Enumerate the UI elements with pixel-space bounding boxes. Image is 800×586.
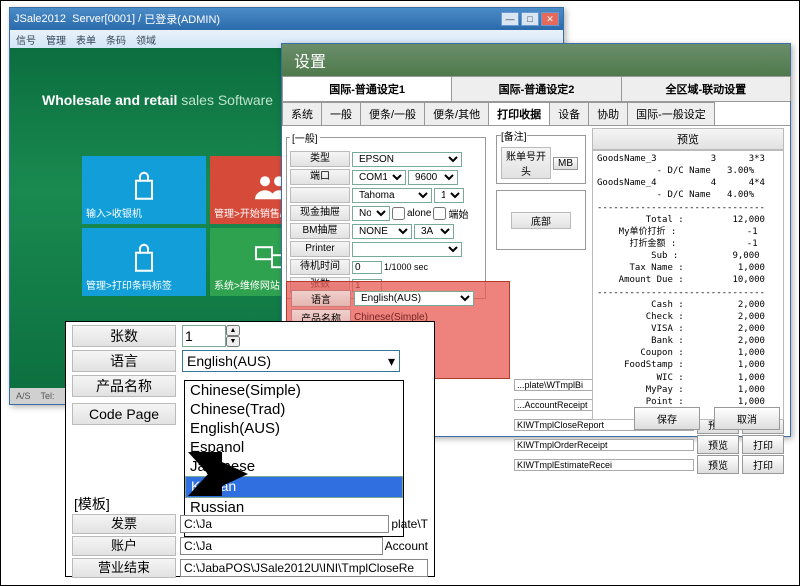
bag-icon	[130, 243, 158, 275]
settings-mid-panel: [备注] 账单号开头MB 底部	[496, 128, 586, 256]
bag-icon	[130, 171, 158, 203]
tab-intl-gen[interactable]: 国际-一般设定	[627, 102, 715, 125]
tile-register[interactable]: 输入>收银机	[82, 156, 206, 224]
wait-input[interactable]	[352, 261, 382, 274]
label-language: 语言	[291, 290, 351, 307]
port-select[interactable]: COM1	[352, 170, 406, 185]
path-input[interactable]: C:\Ja	[180, 537, 383, 555]
option-espanol[interactable]: Espanol	[185, 438, 403, 457]
label-prefix: 账单号开头	[501, 147, 551, 179]
save-button[interactable]: 保存	[634, 407, 700, 430]
option-japanese[interactable]: Japanese	[185, 457, 403, 476]
menu-item[interactable]: 条码	[106, 32, 126, 47]
user-title: 已登录(ADMIN)	[144, 11, 220, 27]
tab-intl1[interactable]: 国际-普通设定1	[282, 76, 452, 101]
sub-tabs: 系统 一般 便条/一般 便条/其他 打印收据 设备 协助 国际-一般设定	[282, 102, 790, 126]
alone-checkbox[interactable]	[392, 207, 405, 220]
bm-select[interactable]: NONE	[352, 224, 412, 239]
close-button[interactable]: ✕	[541, 12, 559, 26]
path-input[interactable]: C:\JabaPOS\JSale2012U\INI\TmplCloseRe	[180, 559, 428, 577]
tab-intl2[interactable]: 国际-普通设定2	[451, 76, 621, 101]
preview-title: 预览	[592, 128, 784, 150]
preview-button[interactable]: 预览	[697, 455, 739, 474]
label-copies: 张数	[72, 325, 176, 347]
option-english-aus[interactable]: English(AUS)	[185, 419, 403, 438]
menu-item[interactable]: 领域	[136, 32, 156, 47]
settings-left-panel: [一般] 类型EPSON 端口COM19600 Tahoma12 现金抽屉Noa…	[286, 128, 486, 301]
tab-general[interactable]: 一般	[321, 102, 361, 125]
language-select[interactable]: English(AUS)	[354, 291, 474, 306]
label-language: 语言	[72, 350, 176, 372]
tab-system[interactable]: 系统	[282, 102, 322, 125]
label-close: 营业结束	[72, 558, 176, 578]
receipt-preview: GoodsName_3 3 3*3 - D/C Name 3.00% Goods…	[592, 150, 784, 420]
server-title: Server[0001] /	[72, 13, 141, 25]
memo-legend: [备注]	[501, 128, 527, 143]
print-button[interactable]: 打印	[742, 455, 784, 474]
option-chinese-simple[interactable]: Chinese(Simple)	[185, 381, 403, 400]
label-bm: BM抽屉	[290, 223, 350, 239]
tagline: Wholesale and retail sales Software	[42, 92, 273, 108]
tab-memo1[interactable]: 便条/一般	[360, 102, 425, 125]
tab-assist[interactable]: 协助	[588, 102, 628, 125]
tab-receipt[interactable]: 打印收据	[488, 102, 550, 125]
language-select[interactable]: English(AUS)▾	[182, 350, 400, 372]
tmpl-legend: [模板]	[74, 494, 110, 514]
menu-item[interactable]: 表单	[76, 32, 96, 47]
spinner-down[interactable]: ▼	[226, 336, 240, 347]
minimize-button[interactable]: —	[501, 12, 519, 26]
tab-device[interactable]: 设备	[549, 102, 589, 125]
label-prodname: 产品名称	[72, 375, 176, 397]
copies-input[interactable]	[182, 325, 226, 347]
label-invoice: 发票	[72, 514, 176, 534]
preview-button[interactable]: 预览	[697, 435, 739, 454]
top-tabs: 国际-普通设定1 国际-普通设定2 全区域-联动设置	[282, 76, 790, 102]
label-account: 账户	[72, 536, 176, 556]
type-select[interactable]: EPSON	[352, 152, 462, 167]
label-cashdrawer: 现金抽屉	[290, 205, 350, 221]
titlebar: JSale2012 Server[0001] / 已登录(ADMIN) — □ …	[10, 8, 563, 30]
spinner-up[interactable]: ▲	[226, 325, 240, 336]
cash-no-select[interactable]: No	[352, 206, 390, 221]
label-type: 类型	[290, 151, 350, 167]
group-general: [一般]	[290, 130, 320, 145]
zoom-panel: 张数▲▼ 语言English(AUS)▾ 产品名称 Code Page Chin…	[65, 321, 435, 577]
label-printer: Printer name	[290, 241, 350, 257]
printer-select[interactable]	[352, 242, 462, 257]
menu-item[interactable]: 信号	[16, 32, 36, 47]
app-title: JSale2012	[14, 13, 66, 25]
tile-barcode[interactable]: 管理>打印条码标签	[82, 228, 206, 296]
option-korean[interactable]: Korean	[185, 476, 403, 498]
print-button[interactable]: 打印	[742, 435, 784, 454]
settings-header: 设置	[282, 44, 790, 76]
settings-footer: 保存 取消	[634, 407, 780, 430]
path-input[interactable]: C:\Ja	[180, 515, 389, 533]
maximize-button[interactable]: □	[521, 12, 539, 26]
fontsize-select[interactable]: 12	[434, 188, 464, 203]
chevron-down-icon: ▾	[388, 353, 395, 370]
baud-select[interactable]: 9600	[408, 170, 458, 185]
tab-memo2[interactable]: 便条/其他	[424, 102, 489, 125]
label-port: 端口	[290, 169, 350, 185]
label-codepage: Code Page	[72, 403, 176, 425]
label-bottom: 底部	[511, 212, 571, 229]
mb-button[interactable]: MB	[553, 157, 578, 170]
font-select[interactable]: Tahoma	[352, 188, 432, 203]
template-section: 发票C:\Japlate\T 账户C:\JaAccount 营业结束C:\Jab…	[72, 512, 428, 580]
label-wait: 待机时间	[290, 259, 350, 275]
tab-region[interactable]: 全区域-联动设置	[621, 76, 791, 101]
menu-item[interactable]: 管理	[46, 32, 66, 47]
auto-checkbox[interactable]	[433, 207, 446, 220]
option-chinese-trad[interactable]: Chinese(Trad)	[185, 400, 403, 419]
bm2-select[interactable]: 3A	[414, 224, 454, 239]
cancel-button[interactable]: 取消	[714, 407, 780, 430]
settings-right-panel: 预览 GoodsName_3 3 3*3 - D/C Name 3.00% Go…	[592, 128, 784, 420]
